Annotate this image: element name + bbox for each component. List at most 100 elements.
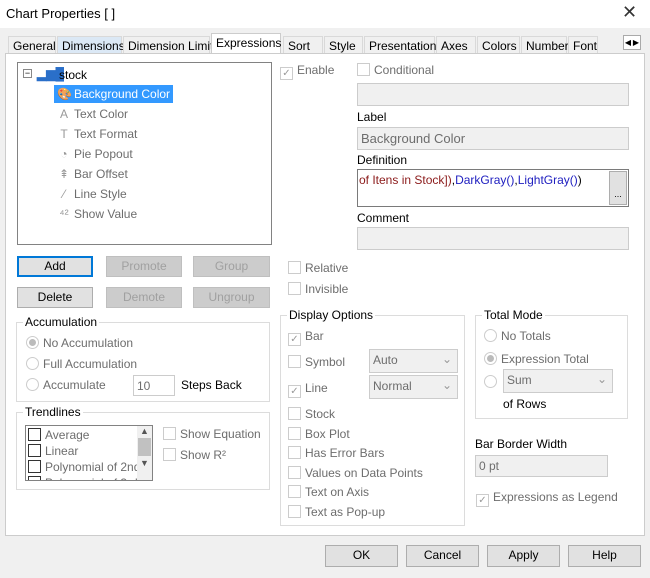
symbol-select[interactable]: Auto ⌄ xyxy=(369,349,458,373)
collapse-icon[interactable]: − xyxy=(23,69,32,78)
tab-presentation[interactable]: Presentation xyxy=(364,36,436,54)
tab-style[interactable]: Style xyxy=(324,36,363,54)
line-select[interactable]: Normal ⌄ xyxy=(369,375,458,399)
close-button[interactable]: ✕ xyxy=(622,2,637,23)
tab-axes[interactable]: Axes xyxy=(436,36,476,54)
scroll-down-icon[interactable]: ▼ xyxy=(137,458,152,468)
trendline-option[interactable]: Polynomial of 2nd d xyxy=(28,460,150,474)
tab-expressions[interactable]: Expressions xyxy=(211,33,281,54)
stock-checkbox[interactable]: Stock xyxy=(288,407,335,421)
tree-item[interactable]: T Text Format xyxy=(54,125,140,143)
steps-stepper[interactable]: 10 xyxy=(133,375,175,396)
tab-general[interactable]: General xyxy=(8,36,56,54)
show-value-icon: ⁴² xyxy=(59,207,69,221)
text-on-axis-checkbox[interactable]: Text on Axis xyxy=(288,485,369,499)
scroll-thumb[interactable] xyxy=(138,438,151,456)
chevron-down-icon: ⌄ xyxy=(441,378,452,392)
add-button[interactable]: Add xyxy=(17,256,93,277)
label-title: Label xyxy=(357,110,387,124)
tree-item-label: Text Format xyxy=(74,127,138,141)
definition-field[interactable]: of Itens in Stock]),DarkGray(),LightGray… xyxy=(357,169,629,207)
relative-checkbox[interactable]: Relative xyxy=(288,261,348,275)
bar-offset-icon: ⇞ xyxy=(58,167,70,181)
comment-field[interactable] xyxy=(357,227,629,250)
promote-button[interactable]: Promote xyxy=(106,256,182,277)
tab-dimensions[interactable]: Dimensions xyxy=(57,36,125,54)
scroll-up-icon[interactable]: ▲ xyxy=(137,426,152,436)
expression-tree[interactable]: − ▂▆█ stock 🎨 Background Color A Text Color… xyxy=(17,62,272,245)
accumulation-title: Accumulation xyxy=(23,315,100,329)
expressions-as-legend-checkbox[interactable]: ✓ Expressions as Legend xyxy=(476,490,618,507)
chevron-down-icon: ⌄ xyxy=(441,352,452,366)
tree-item-label: Text Color xyxy=(74,107,129,121)
tree-item-label: Pie Popout xyxy=(74,147,133,161)
tree-item[interactable]: ⁄ Line Style xyxy=(54,185,130,203)
bar-border-width-label: Bar Border Width xyxy=(475,437,568,451)
trendlines-list[interactable]: Average Linear Polynomial of 2nd d Polynomi… xyxy=(25,425,153,481)
no-accumulation-radio[interactable]: No Accumulation xyxy=(26,336,133,350)
tree-item-label: Bar Offset xyxy=(74,167,128,181)
accumulate-radio[interactable]: Accumulate xyxy=(26,378,106,392)
ungroup-button[interactable]: Ungroup xyxy=(193,287,270,308)
tree-item[interactable]: 🎨 Background Color xyxy=(54,85,174,103)
edit-expression-button[interactable]: ... xyxy=(609,171,627,205)
no-totals-radio[interactable]: No Totals xyxy=(484,329,551,343)
tree-item-label: Background Color xyxy=(74,87,171,101)
invisible-checkbox[interactable]: Invisible xyxy=(288,282,348,296)
comment-title: Comment xyxy=(357,211,410,225)
bar-border-width-stepper[interactable]: 0 pt xyxy=(475,455,608,477)
label-field[interactable]: Background Color xyxy=(357,127,629,150)
definition-title: Definition xyxy=(357,153,408,167)
chevron-down-icon: ⌄ xyxy=(596,372,607,386)
apply-button[interactable]: Apply xyxy=(487,545,560,567)
aggregation-select[interactable]: Sum ⌄ xyxy=(503,369,613,393)
bar-checkbox[interactable]: ✓ Bar xyxy=(288,329,324,346)
symbol-checkbox[interactable]: Symbol xyxy=(288,355,345,369)
steps-back-label: Steps Back xyxy=(181,378,242,392)
group-button[interactable]: Group xyxy=(193,256,270,277)
palette-icon: 🎨 xyxy=(57,87,72,101)
trendlines-title: Trendlines xyxy=(23,405,83,419)
show-r2-checkbox[interactable]: Show R² xyxy=(163,448,226,462)
definition-fn1: DarkGray() xyxy=(455,173,515,187)
tree-item[interactable]: ⁴² Show Value xyxy=(54,205,140,223)
tree-item[interactable]: A Text Color xyxy=(54,105,131,123)
text-color-icon: A xyxy=(59,107,68,121)
scroll-right-icon[interactable]: ▶ xyxy=(632,36,640,49)
text-format-icon: T xyxy=(60,127,68,141)
tab-font[interactable]: Font xyxy=(568,36,598,54)
text-as-pop-up-checkbox[interactable]: Text as Pop-up xyxy=(288,505,385,519)
help-button[interactable]: Help xyxy=(568,545,641,567)
cancel-button[interactable]: Cancel xyxy=(406,545,479,567)
conditional-checkbox[interactable]: Conditional xyxy=(357,63,434,77)
sum-radio[interactable] xyxy=(484,375,501,389)
window-title: Chart Properties [ ] xyxy=(6,6,116,21)
full-accumulation-radio[interactable]: Full Accumulation xyxy=(26,357,137,371)
trendline-option[interactable]: Linear xyxy=(28,444,78,458)
tree-item[interactable]: ⇞ Bar Offset xyxy=(54,165,131,183)
enable-checkbox[interactable]: ✓ Enable xyxy=(280,63,334,80)
tree-item[interactable]: ◔ Pie Popout xyxy=(54,145,136,163)
tab-sort[interactable]: Sort xyxy=(283,36,323,54)
tree-root[interactable]: stock xyxy=(59,68,87,82)
delete-button[interactable]: Delete xyxy=(17,287,93,308)
scrollbar[interactable]: ▲ ▼ xyxy=(137,426,152,480)
demote-button[interactable]: Demote xyxy=(106,287,182,308)
has-error-bars-checkbox[interactable]: Has Error Bars xyxy=(288,446,384,460)
tab-colors[interactable]: Colors xyxy=(477,36,520,54)
trendline-option[interactable]: Polynomial of 3rd d xyxy=(28,476,148,480)
conditional-field[interactable] xyxy=(357,83,629,106)
display-options-title: Display Options xyxy=(287,308,376,322)
scroll-left-icon[interactable]: ◀ xyxy=(624,36,632,49)
tab-number[interactable]: Number xyxy=(521,36,569,54)
values-on-data-points-checkbox[interactable]: Values on Data Points xyxy=(288,466,423,480)
ok-button[interactable]: OK xyxy=(325,545,398,567)
expression-total-radio[interactable]: Expression Total xyxy=(484,352,589,366)
tab-dimension-limits[interactable]: Dimension Limits xyxy=(123,36,219,54)
line-style-icon: ⁄ xyxy=(62,187,65,201)
trendline-option[interactable]: Average xyxy=(28,428,89,442)
box-plot-checkbox[interactable]: Box Plot xyxy=(288,427,350,441)
show-equation-checkbox[interactable]: Show Equation xyxy=(163,427,261,441)
definition-end: ) xyxy=(577,173,582,187)
line-checkbox[interactable]: ✓ Line xyxy=(288,381,328,398)
